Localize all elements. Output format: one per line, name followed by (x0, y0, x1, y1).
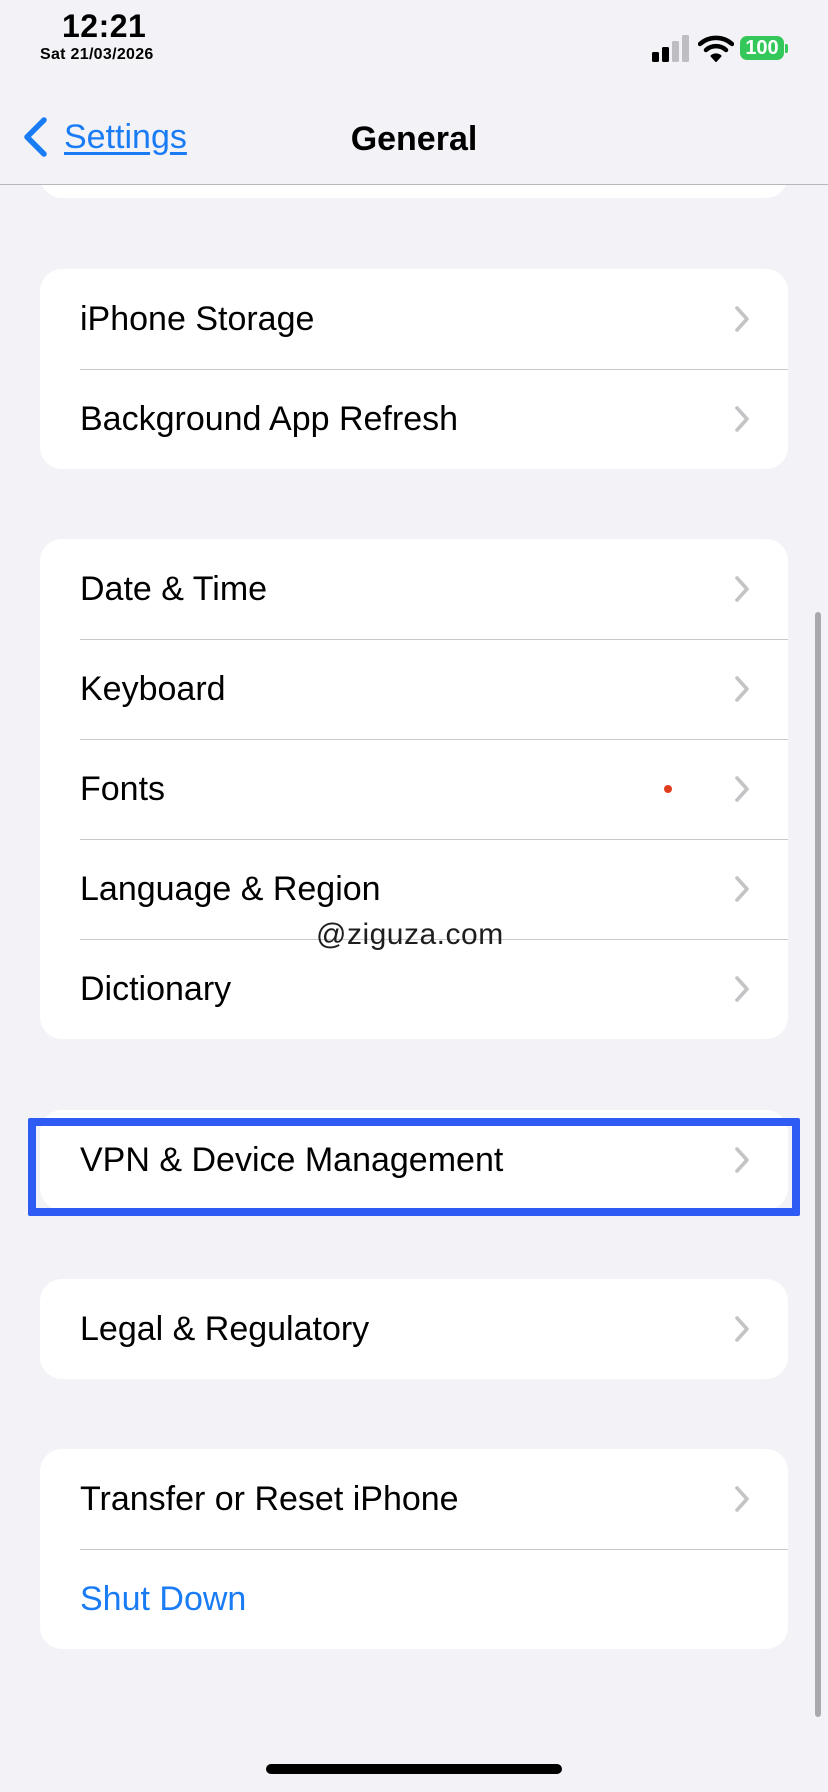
shut-down-button[interactable]: Shut Down (80, 1580, 246, 1619)
chevron-right-icon (735, 1147, 749, 1173)
row-shut-down[interactable]: Shut Down (40, 1549, 788, 1649)
chevron-right-icon (735, 976, 749, 1002)
row-label: iPhone Storage (80, 299, 315, 338)
row-label: VPN & Device Management (80, 1140, 504, 1179)
reset-group: Transfer or Reset iPhone Shut Down (40, 1449, 788, 1649)
chevron-right-icon (735, 576, 749, 602)
chevron-right-icon (735, 876, 749, 902)
row-dictionary[interactable]: Dictionary (40, 939, 788, 1039)
row-label: Background App Refresh (80, 399, 459, 438)
vpn-group: VPN & Device Management (40, 1110, 788, 1210)
row-fonts[interactable]: Fonts (40, 739, 788, 839)
navigation-bar: Settings General (0, 90, 828, 185)
row-label: Language & Region (80, 869, 381, 908)
locale-group: Date & Time Keyboard Fonts Language & Re… (40, 539, 788, 1039)
row-label: Keyboard (80, 669, 226, 708)
row-label: Transfer or Reset iPhone (80, 1479, 459, 1518)
scrollbar[interactable] (815, 612, 821, 1717)
chevron-right-icon (735, 676, 749, 702)
row-legal-regulatory[interactable]: Legal & Regulatory (40, 1279, 788, 1379)
settings-list[interactable]: iPhone Storage Background App Refresh Da… (0, 0, 828, 1792)
row-vpn-device-management[interactable]: VPN & Device Management (40, 1110, 788, 1210)
row-transfer-reset[interactable]: Transfer or Reset iPhone (40, 1449, 788, 1549)
chevron-right-icon (735, 306, 749, 332)
legal-group: Legal & Regulatory (40, 1279, 788, 1379)
row-date-time[interactable]: Date & Time (40, 539, 788, 639)
home-indicator[interactable] (266, 1764, 562, 1774)
storage-group: iPhone Storage Background App Refresh (40, 269, 788, 469)
page-title: General (350, 120, 478, 158)
row-background-app-refresh[interactable]: Background App Refresh (40, 369, 788, 469)
row-label: Fonts (80, 769, 166, 808)
row-label: Dictionary (80, 969, 232, 1008)
notification-dot (664, 785, 672, 793)
chevron-right-icon (735, 776, 749, 802)
chevron-right-icon (735, 1486, 749, 1512)
chevron-right-icon (735, 1316, 749, 1342)
row-keyboard[interactable]: Keyboard (40, 639, 788, 739)
row-label: Legal & Regulatory (80, 1309, 370, 1348)
chevron-right-icon (735, 406, 749, 432)
row-label: Date & Time (80, 569, 268, 608)
row-language-region[interactable]: Language & Region (40, 839, 788, 939)
row-iphone-storage[interactable]: iPhone Storage (40, 269, 788, 369)
